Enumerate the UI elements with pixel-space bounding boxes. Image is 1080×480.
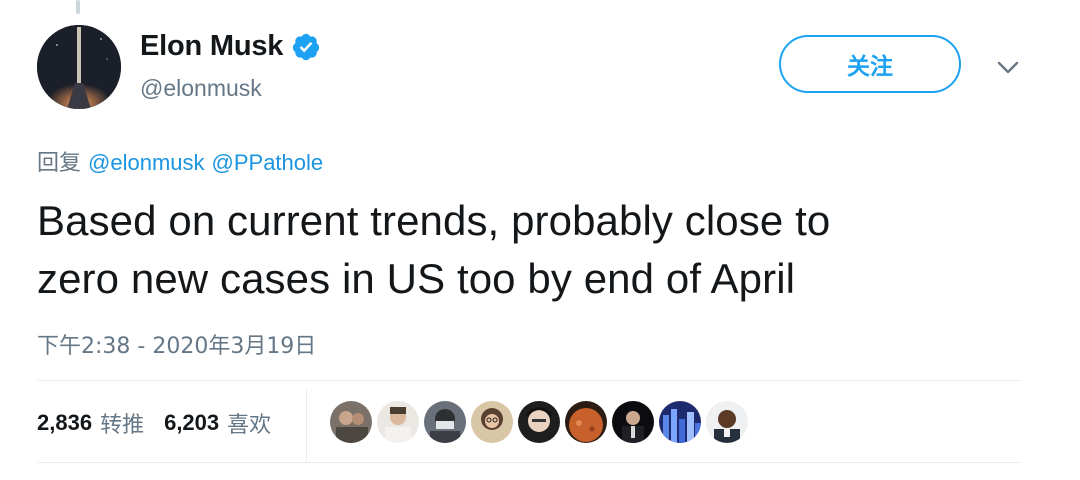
liker-avatar-8-image	[659, 401, 701, 443]
reply-prefix: 回复	[37, 151, 82, 176]
thread-connector-line	[76, 0, 80, 14]
liker-avatar-9-image	[706, 401, 748, 443]
liker-avatar-2[interactable]	[377, 401, 419, 443]
stats-separator	[306, 390, 307, 462]
likes-label: 喜欢	[227, 413, 272, 438]
liker-avatar-5[interactable]	[518, 401, 560, 443]
retweets-stat[interactable]: 2,836 转推	[37, 407, 144, 439]
chevron-down-icon[interactable]	[994, 55, 1022, 79]
divider-bottom	[37, 462, 1021, 463]
liker-avatar-8[interactable]	[659, 401, 701, 443]
liker-avatar-2-image	[377, 401, 419, 443]
retweets-label: 转推	[100, 413, 145, 438]
divider-top	[37, 380, 1021, 381]
liker-avatar-7[interactable]	[612, 401, 654, 443]
liker-avatar-3[interactable]	[424, 401, 466, 443]
retweets-count: 2,836	[37, 410, 93, 435]
liker-avatars	[330, 401, 748, 443]
liker-avatar-1[interactable]	[330, 401, 372, 443]
likes-count: 6,203	[164, 410, 220, 435]
reply-mention-ppathole[interactable]: @PPathole	[212, 150, 324, 175]
liker-avatar-6[interactable]	[565, 401, 607, 443]
liker-avatar-4[interactable]	[471, 401, 513, 443]
engagement-stats: 2,836 转推 6,203 喜欢	[37, 403, 271, 443]
reply-context: 回复 @elonmusk @PPathole	[37, 145, 323, 177]
tweet-text-line-1: Based on current trends, probably close …	[37, 197, 831, 244]
liker-avatar-6-image	[565, 401, 607, 443]
follow-button[interactable]: 关注	[779, 35, 961, 93]
liker-avatar-5-image	[518, 401, 560, 443]
author-name-row: Elon Musk	[140, 30, 321, 63]
liker-avatar-9[interactable]	[706, 401, 748, 443]
author-handle[interactable]: @elonmusk	[140, 75, 262, 102]
author-display-name[interactable]: Elon Musk	[140, 30, 283, 63]
liker-avatar-3-image	[424, 401, 466, 443]
reply-mention-elonmusk[interactable]: @elonmusk	[88, 150, 205, 175]
verified-badge-icon	[293, 33, 320, 60]
tweet-timestamp[interactable]: 下午2:38 - 2020年3月19日	[37, 328, 316, 360]
tweet-body: Based on current trends, probably close …	[37, 192, 1047, 308]
liker-avatar-1-image	[330, 401, 372, 443]
liker-avatar-7-image	[612, 401, 654, 443]
liker-avatar-4-image	[471, 401, 513, 443]
likes-stat[interactable]: 6,203 喜欢	[164, 407, 271, 439]
rocket-launch-avatar-image	[37, 25, 121, 109]
author-avatar[interactable]	[37, 25, 121, 109]
tweet-text-line-2: zero new cases in US too by end of April	[37, 255, 796, 302]
